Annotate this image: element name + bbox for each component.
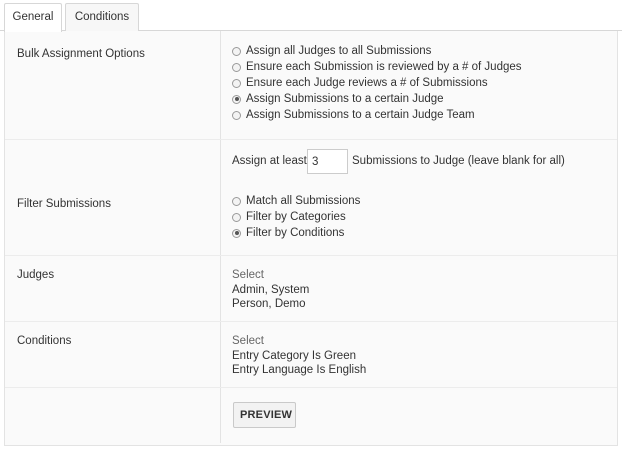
radio-label: Ensure each Submission is reviewed by a …: [246, 61, 522, 73]
tab-bar: General Conditions: [0, 0, 622, 32]
radio-label: Assign all Judges to all Submissions: [246, 45, 432, 57]
bulk-option-certain-judge[interactable]: Assign Submissions to a certain Judge: [232, 92, 444, 106]
assign-count-input[interactable]: [307, 149, 348, 174]
judges-row: Judges Select Admin, System Person, Demo: [5, 256, 617, 322]
conditions-label: Conditions: [17, 335, 72, 347]
radio-label: Filter by Categories: [246, 211, 346, 223]
radio-label: Assign Submissions to a certain Judge Te…: [246, 109, 475, 121]
filter-option-conditions[interactable]: Filter by Conditions: [232, 226, 344, 240]
preview-button[interactable]: PREVIEW: [233, 402, 296, 428]
judge-item: Person, Demo: [232, 298, 306, 310]
judges-label: Judges: [17, 269, 55, 281]
filter-submissions-label: Filter Submissions: [17, 198, 111, 210]
radio-label: Ensure each Judge reviews a # of Submiss…: [246, 77, 488, 89]
assign-prefix: Assign at least: [232, 155, 307, 167]
judge-item: Admin, System: [232, 284, 310, 296]
condition-item: Entry Category Is Green: [232, 350, 356, 362]
bulk-assignment-row: Bulk Assignment Options Assign all Judge…: [5, 31, 617, 140]
radio-icon[interactable]: [232, 46, 241, 56]
conditions-row: Conditions Select Entry Category Is Gree…: [5, 322, 617, 388]
bulk-option-all-judges[interactable]: Assign all Judges to all Submissions: [232, 44, 431, 58]
bulk-option-judge-team[interactable]: Assign Submissions to a certain Judge Te…: [232, 108, 475, 122]
conditions-select-link[interactable]: Select: [232, 335, 264, 347]
bulk-option-judge-reviews-n[interactable]: Ensure each Judge reviews a # of Submiss…: [232, 76, 488, 90]
filter-option-match-all[interactable]: Match all Submissions: [232, 194, 360, 208]
assign-suffix: Submissions to Judge (leave blank for al…: [352, 155, 565, 167]
radio-selected-icon[interactable]: [232, 94, 241, 104]
radio-selected-icon[interactable]: [232, 228, 241, 238]
radio-icon[interactable]: [232, 78, 241, 88]
condition-item: Entry Language Is English: [232, 364, 367, 376]
bulk-option-reviewed-by-n[interactable]: Ensure each Submission is reviewed by a …: [232, 60, 522, 74]
radio-label: Filter by Conditions: [246, 227, 345, 239]
tab-conditions[interactable]: Conditions: [65, 3, 139, 31]
tab-general[interactable]: General: [4, 3, 62, 32]
radio-icon[interactable]: [232, 110, 241, 120]
radio-label: Assign Submissions to a certain Judge: [246, 93, 444, 105]
radio-label: Match all Submissions: [246, 195, 361, 207]
radio-icon[interactable]: [232, 196, 241, 206]
general-form: Bulk Assignment Options Assign all Judge…: [4, 31, 618, 446]
bulk-assignment-label: Bulk Assignment Options: [17, 48, 145, 60]
judges-select-link[interactable]: Select: [232, 269, 264, 281]
preview-row: [5, 388, 617, 443]
radio-icon[interactable]: [232, 62, 241, 72]
filter-option-categories[interactable]: Filter by Categories: [232, 210, 346, 224]
radio-icon[interactable]: [232, 212, 241, 222]
